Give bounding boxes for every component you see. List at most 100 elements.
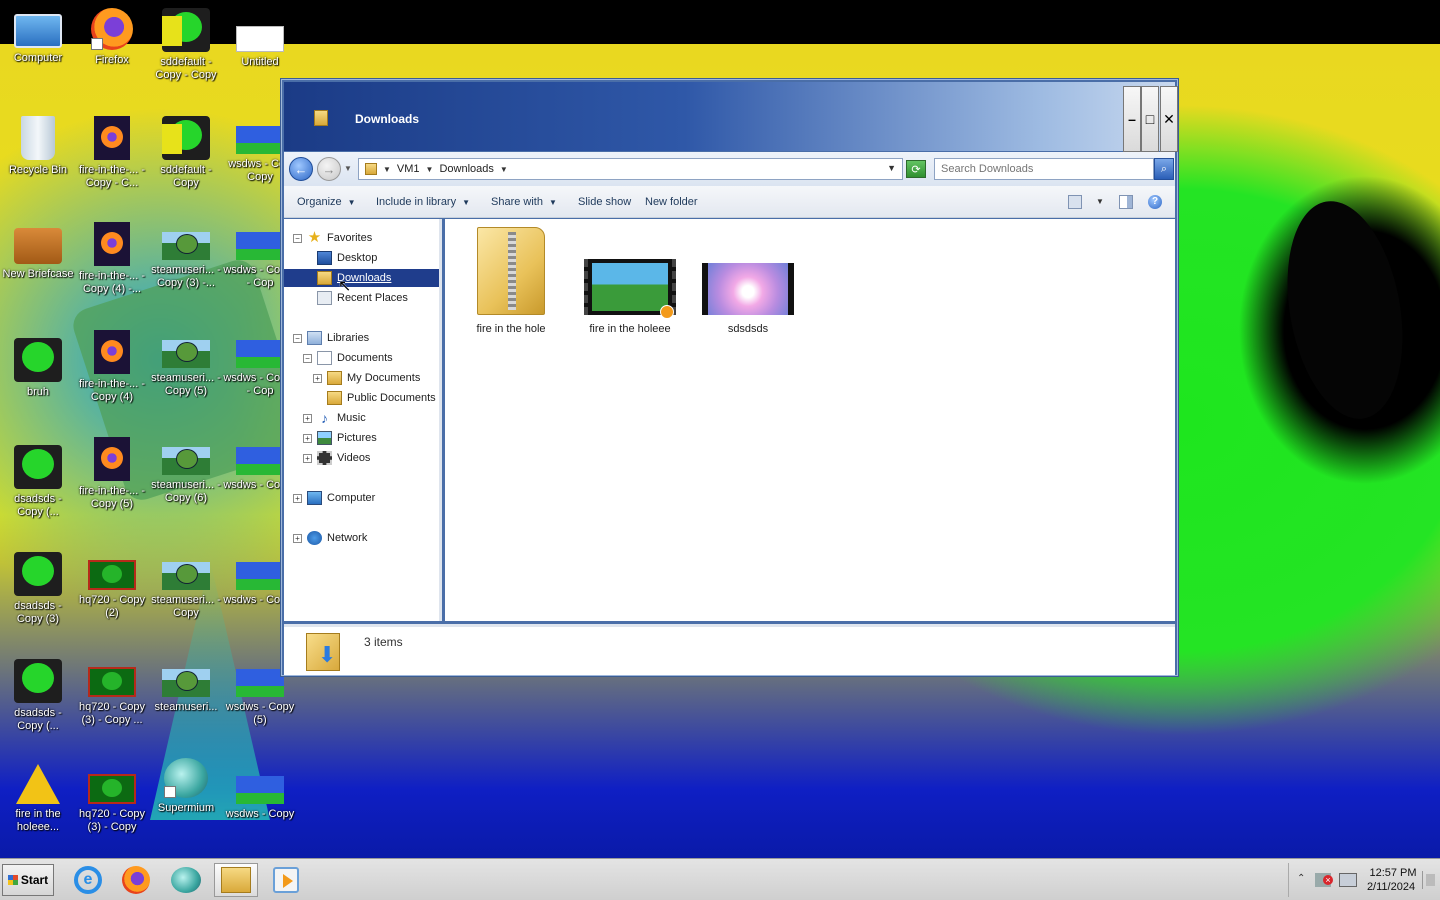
nav-item-public-documents[interactable]: Public Documents: [327, 389, 436, 407]
explorer-window[interactable]: Downloads – □ ✕ ← → ▼ ▼ VM1 ▼ Downloads …: [280, 78, 1179, 677]
slide-show-label: Slide show: [578, 196, 632, 208]
image-file-icon: [14, 338, 62, 382]
organize-menu[interactable]: Organize ▼: [297, 196, 356, 208]
desktop-icon-fire-in-the-holeee[interactable]: fire in the holeee...: [0, 760, 76, 834]
expand-icon[interactable]: +: [303, 453, 312, 463]
close-button[interactable]: ✕: [1160, 86, 1178, 152]
desktop-icon-bruh[interactable]: bruh: [0, 338, 76, 399]
nav-item-downloads[interactable]: Downloads: [284, 269, 439, 287]
chevron-down-icon[interactable]: ▼: [383, 165, 391, 174]
new-folder-button[interactable]: New folder: [645, 196, 698, 208]
collapse-icon[interactable]: −: [293, 233, 302, 243]
desktop-icon-steam-5[interactable]: steamuseri... - Copy (5): [148, 330, 224, 398]
network-icon: [307, 531, 322, 545]
nav-item-computer[interactable]: + Computer: [293, 489, 375, 507]
desktop-icon-fire-copy[interactable]: fire-in-the-... - Copy - C...: [74, 116, 150, 190]
nav-item-videos[interactable]: + Videos: [303, 449, 370, 467]
desktop-icon-steam-6[interactable]: steamuseri... - Copy (6): [148, 437, 224, 505]
desktop-icon-computer[interactable]: Computer: [0, 8, 76, 65]
search-button[interactable]: ⌕: [1154, 158, 1174, 180]
nav-item-documents[interactable]: − Documents: [303, 349, 393, 367]
file-item[interactable]: fire in the holeee: [580, 227, 680, 335]
folder-icon: [314, 110, 328, 126]
minimize-button[interactable]: –: [1123, 86, 1141, 152]
search-input[interactable]: [934, 158, 1154, 180]
address-bar[interactable]: ▼ VM1 ▼ Downloads ▼ ▼: [358, 158, 903, 180]
desktop-icon-wsdws-copy[interactable]: wsdws - Copy: [222, 766, 298, 821]
desktop-icon-sddefault-copy-copy[interactable]: sddefault - Copy - Copy: [148, 8, 224, 82]
change-view-icon[interactable]: [1068, 195, 1082, 209]
desktop-icon-steam-3[interactable]: steamuseri... - Copy (3) -...: [148, 222, 224, 290]
taskbar-supermium[interactable]: [164, 863, 208, 897]
desktop-icon-untitled[interactable]: Untitled: [222, 14, 298, 69]
nav-item-pictures[interactable]: + Pictures: [303, 429, 377, 447]
file-item[interactable]: sdsdsds: [698, 227, 798, 335]
expand-icon[interactable]: +: [303, 413, 312, 423]
taskbar-explorer[interactable]: [214, 863, 258, 897]
clock-date[interactable]: 2/11/2024: [1363, 881, 1419, 893]
collapse-icon[interactable]: −: [293, 333, 302, 343]
recent-pages-dropdown[interactable]: ▼: [344, 164, 352, 173]
view-options-dropdown[interactable]: ▼: [1096, 197, 1104, 206]
chevron-down-icon[interactable]: ▼: [426, 165, 434, 174]
desktop-icon-firefox[interactable]: Firefox: [74, 8, 150, 67]
image-file-icon: [162, 562, 210, 590]
nav-item-label: Documents: [337, 352, 393, 364]
maximize-button[interactable]: □: [1141, 86, 1159, 152]
help-icon[interactable]: ?: [1148, 195, 1162, 209]
taskbar-media-player[interactable]: [264, 863, 308, 897]
image-file-icon: [14, 659, 62, 703]
include-in-library-menu[interactable]: Include in library ▼: [376, 196, 470, 208]
desktop-icon-dsadsds-3[interactable]: dsadsds - Copy (3): [0, 552, 76, 626]
share-with-menu[interactable]: Share with ▼: [491, 196, 557, 208]
file-item[interactable]: fire in the hole: [461, 227, 561, 335]
briefcase-icon: [14, 228, 62, 264]
show-hidden-icons-icon[interactable]: ⌃: [1297, 873, 1305, 884]
breadcrumb-vm1[interactable]: VM1: [397, 163, 420, 175]
desktop-icon-dsadsds-2[interactable]: dsadsds - Copy (...: [0, 659, 76, 733]
desktop-icon-hq720-2[interactable]: hq720 - Copy (2): [74, 552, 150, 620]
forward-button[interactable]: →: [317, 157, 341, 181]
volume-muted-icon[interactable]: [1315, 873, 1333, 887]
desktop-icon-hq720-3-copy-a[interactable]: hq720 - Copy (3) - Copy ...: [74, 659, 150, 727]
expand-icon[interactable]: +: [293, 493, 302, 503]
collapse-icon[interactable]: −: [303, 353, 312, 363]
desktop-icon-steam[interactable]: steamuseri...: [148, 659, 224, 714]
nav-item-music[interactable]: + ♪ Music: [303, 409, 366, 427]
back-button[interactable]: ←: [289, 157, 313, 181]
nav-item-my-documents[interactable]: + My Documents: [313, 369, 420, 387]
network-tray-icon[interactable]: [1339, 873, 1357, 887]
nav-item-libraries[interactable]: − Libraries: [293, 329, 369, 347]
chevron-down-icon[interactable]: ▼: [500, 165, 508, 174]
pictures-icon: [317, 431, 332, 445]
slide-show-button[interactable]: Slide show: [578, 196, 631, 208]
desktop-icon-supermium[interactable]: Supermium: [148, 758, 224, 815]
address-history-dropdown[interactable]: ▼: [887, 163, 896, 173]
desktop-icon-fire-copy-4a[interactable]: fire-in-the-... - Copy (4) -...: [74, 222, 150, 296]
expand-icon[interactable]: +: [303, 433, 312, 443]
clock-time[interactable]: 12:57 PM: [1367, 867, 1419, 879]
nav-item-network[interactable]: + Network: [293, 529, 367, 547]
desktop-icon-new-briefcase[interactable]: New Briefcase: [0, 222, 76, 281]
desktop-icon-steam-copy[interactable]: steamuseri... - Copy: [148, 552, 224, 620]
taskbar-firefox[interactable]: [114, 863, 158, 897]
expand-icon[interactable]: +: [293, 533, 302, 543]
show-desktop-button[interactable]: [1422, 871, 1436, 889]
window-titlebar[interactable]: Downloads – □ ✕: [284, 82, 1178, 152]
nav-item-desktop[interactable]: Desktop: [317, 249, 377, 267]
desktop-icon-dsadsds-1[interactable]: dsadsds - Copy (...: [0, 445, 76, 519]
expand-icon[interactable]: +: [313, 373, 322, 383]
breadcrumb-downloads[interactable]: Downloads: [439, 163, 493, 175]
nav-item-favorites[interactable]: − ★ Favorites: [293, 229, 372, 247]
taskbar-internet-explorer[interactable]: e: [66, 863, 110, 897]
preview-pane-icon[interactable]: [1119, 195, 1133, 209]
desktop-icon-fire-copy-4[interactable]: fire-in-the-... - Copy (4): [74, 330, 150, 404]
nav-item-recent-places[interactable]: Recent Places: [317, 289, 408, 307]
desktop-icon-fire-copy-5[interactable]: fire-in-the-... - Copy (5): [74, 437, 150, 511]
refresh-button[interactable]: ⟳: [906, 160, 926, 178]
desktop-icon-recycle-bin[interactable]: Recycle Bin: [0, 116, 76, 177]
start-button[interactable]: Start: [2, 864, 54, 896]
desktop-icon-sddefault-copy[interactable]: sddefault - Copy: [148, 116, 224, 190]
desktop-icon-label: sddefault - Copy - Copy: [155, 56, 217, 81]
desktop-icon-hq720-3-copy[interactable]: hq720 - Copy (3) - Copy: [74, 766, 150, 834]
